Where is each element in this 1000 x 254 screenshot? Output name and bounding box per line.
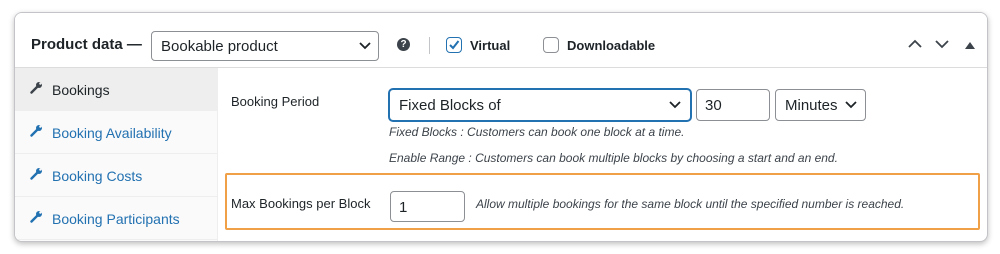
chevron-down-icon bbox=[669, 101, 681, 109]
sidebar-item-bookings[interactable]: Bookings bbox=[15, 68, 217, 111]
virtual-label[interactable]: Virtual bbox=[470, 38, 510, 53]
chevron-down-icon[interactable] bbox=[935, 39, 949, 49]
downloadable-checkbox[interactable] bbox=[543, 37, 559, 53]
sidebar-item-label: Bookings bbox=[52, 82, 110, 98]
max-bookings-description: Allow multiple bookings for the same blo… bbox=[476, 197, 905, 211]
wrench-icon bbox=[30, 211, 42, 223]
sidebar-item-booking-availability[interactable]: Booking Availability bbox=[15, 111, 217, 154]
product-data-panel: Product data — Bookable product ? Virtua… bbox=[14, 12, 988, 242]
sidebar-item-booking-participants[interactable]: Booking Participants bbox=[15, 197, 217, 240]
chevron-down-icon bbox=[359, 42, 371, 50]
help-icon[interactable]: ? bbox=[397, 38, 410, 51]
checkmark-icon bbox=[449, 40, 460, 50]
virtual-checkbox[interactable] bbox=[446, 37, 462, 53]
booking-period-type-select[interactable]: Fixed Blocks of bbox=[389, 89, 691, 121]
divider bbox=[429, 37, 430, 54]
booking-unit-select[interactable]: Minutes bbox=[775, 89, 866, 121]
sidebar-item-label: Booking Costs bbox=[52, 168, 143, 184]
wrench-icon bbox=[30, 168, 42, 180]
enable-range-description: Enable Range : Customers can book multip… bbox=[389, 151, 838, 165]
wrench-icon bbox=[30, 82, 42, 94]
triangle-up-icon[interactable] bbox=[965, 41, 975, 49]
max-bookings-value: 1 bbox=[399, 199, 408, 216]
max-bookings-input[interactable]: 1 bbox=[390, 191, 465, 222]
sidebar-item-label: Booking Availability bbox=[52, 125, 172, 141]
wrench-icon bbox=[30, 125, 42, 137]
max-bookings-label: Max Bookings per Block bbox=[231, 196, 371, 211]
booking-duration-input[interactable]: 30 bbox=[696, 89, 770, 121]
booking-period-type-value: Fixed Blocks of bbox=[399, 97, 501, 114]
downloadable-label[interactable]: Downloadable bbox=[567, 38, 655, 53]
product-type-select[interactable]: Bookable product bbox=[151, 31, 379, 61]
sidebar-item-label: Booking Participants bbox=[52, 211, 180, 227]
panel-header: Product data — Bookable product ? Virtua… bbox=[15, 13, 987, 68]
booking-duration-value: 30 bbox=[705, 97, 722, 114]
fixed-blocks-description: Fixed Blocks : Customers can book one bl… bbox=[389, 125, 685, 139]
panel-title: Product data — bbox=[31, 36, 142, 53]
booking-period-label: Booking Period bbox=[231, 94, 320, 109]
booking-unit-value: Minutes bbox=[785, 97, 838, 114]
chevron-up-icon[interactable] bbox=[908, 39, 922, 49]
sidebar: Bookings Booking Availability Booking Co… bbox=[15, 68, 218, 241]
sidebar-item-booking-costs[interactable]: Booking Costs bbox=[15, 154, 217, 197]
chevron-down-icon bbox=[845, 101, 857, 109]
product-type-value: Bookable product bbox=[161, 38, 278, 55]
